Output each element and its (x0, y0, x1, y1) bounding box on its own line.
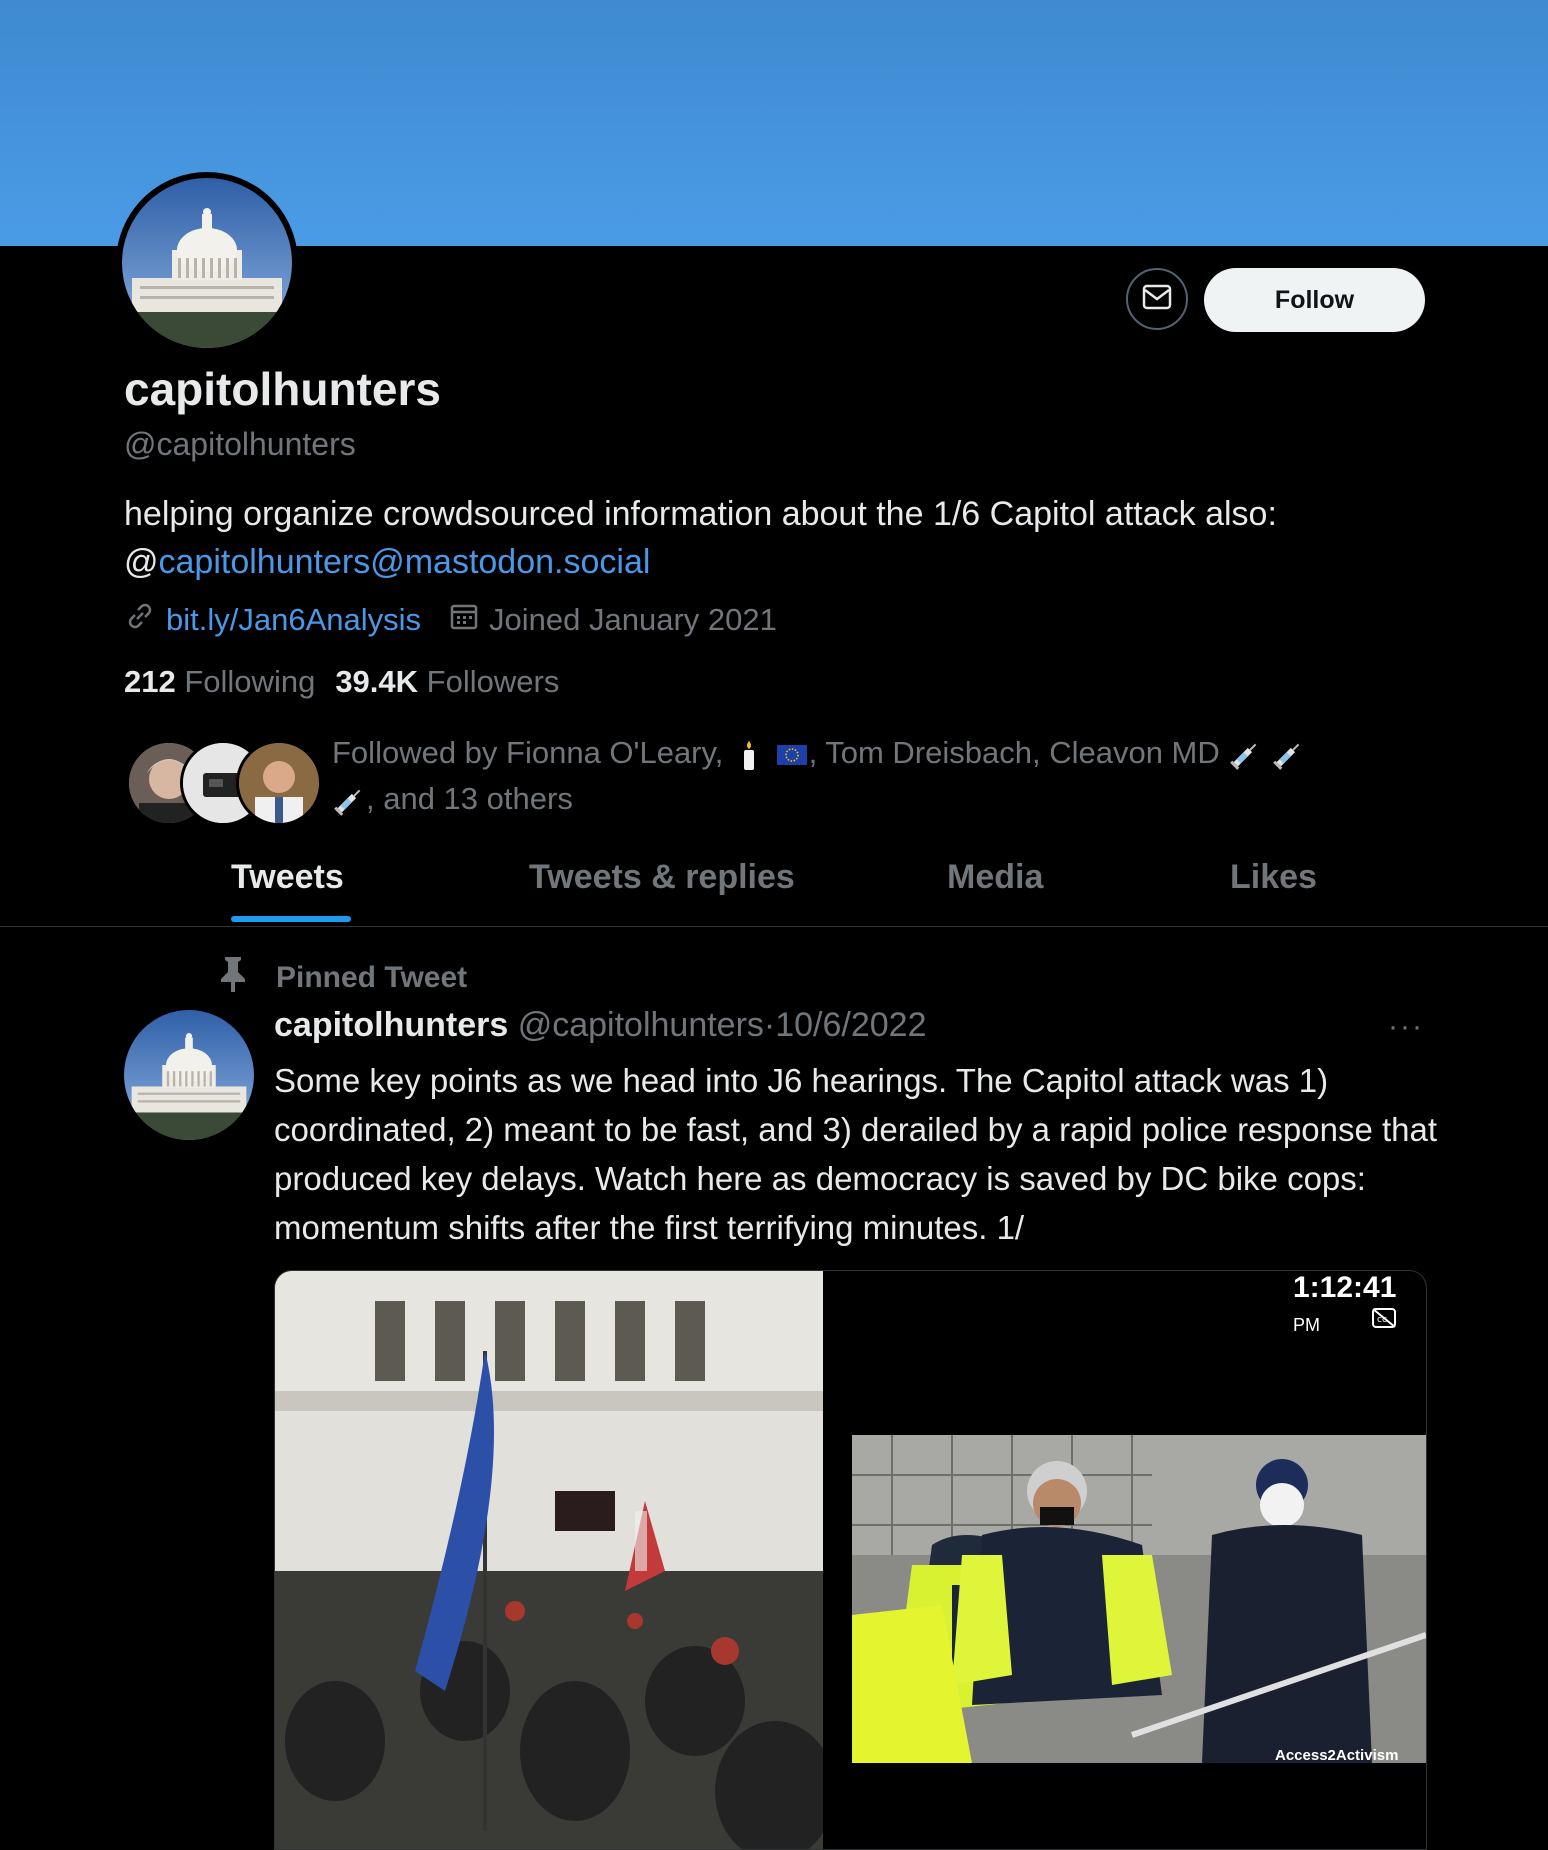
pinned-label: Pinned Tweet (216, 955, 467, 1001)
closed-caption-icon[interactable]: cc (1371, 1307, 1397, 1334)
syringe-icon (1228, 735, 1262, 770)
tweet-separator: · (763, 1006, 776, 1044)
syringe-icon (1271, 735, 1305, 770)
syringe-icon (332, 781, 366, 816)
followers-stat[interactable]: 39.4K Followers (335, 664, 559, 700)
followed-by-line1b: , Tom Dreisbach, Cleavon MD (808, 735, 1220, 770)
website-link[interactable]: bit.ly/Jan6Analysis (166, 602, 421, 638)
video-timestamp: 1:12:41 PM (1293, 1271, 1426, 1339)
following-stat[interactable]: 212 Following (124, 664, 315, 700)
profile-avatar[interactable] (116, 172, 298, 354)
video-right-frame (852, 1435, 1426, 1763)
follow-button[interactable]: Follow (1204, 268, 1425, 332)
tweet-header: capitolhunters @capitolhunters·10/6/2022 (274, 1006, 927, 1045)
joined-date: Joined January 2021 (489, 602, 777, 637)
following-count: 212 (124, 664, 176, 699)
mastodon-link[interactable]: capitolhunters@mastodon.social (159, 543, 651, 581)
profile-stats: 212 Following 39.4K Followers (124, 664, 579, 700)
tweet-author-handle[interactable]: @capitolhunters (518, 1006, 764, 1044)
svg-text:cc: cc (1377, 1315, 1387, 1325)
pinned-tweet-label: Pinned Tweet (276, 961, 468, 994)
more-options-button[interactable]: ··· (1388, 1010, 1424, 1044)
followed-by-avatars[interactable] (126, 740, 322, 826)
video-timestamp-time: 1:12:41 (1293, 1271, 1397, 1304)
followed-by-text[interactable]: Followed by Fionna O'Leary, , Tom Dreisb… (332, 730, 1412, 822)
tweet-text: Some key points as we head into J6 heari… (274, 1062, 1438, 1246)
link-icon (124, 600, 166, 640)
tweet-video[interactable]: 1:12:41 PM cc Access2Activism (274, 1270, 1427, 1850)
tweet-date[interactable]: 10/6/2022 (775, 1006, 926, 1044)
candle-icon (732, 735, 766, 770)
message-button[interactable] (1126, 268, 1188, 330)
active-tab-indicator (231, 916, 351, 922)
tweet-author-avatar[interactable] (124, 1010, 254, 1140)
tweet-author-name[interactable]: capitolhunters (274, 1006, 508, 1044)
tab-tweets-replies[interactable]: Tweets & replies (529, 858, 795, 897)
video-watermark: Access2Activism (1275, 1747, 1399, 1764)
followers-count: 39.4K (335, 664, 419, 699)
tab-tweets[interactable]: Tweets (231, 858, 344, 897)
calendar-icon (449, 601, 489, 639)
followed-by-line1: Followed by Fionna O'Leary, (332, 735, 732, 770)
display-name: capitolhunters (124, 363, 441, 415)
profile-handle: @capitolhunters (124, 426, 356, 462)
profile-meta: bit.ly/Jan6Analysis Joined January 2021 (124, 600, 805, 640)
envelope-icon (1142, 284, 1172, 315)
eu-flag-icon (775, 735, 809, 770)
tab-media[interactable]: Media (947, 858, 1043, 897)
followers-label: Followers (426, 664, 560, 699)
follower-avatar (236, 740, 322, 826)
bio-text: helping organize crowdsourced informatio… (124, 495, 1277, 533)
profile-bio: helping organize crowdsourced informatio… (124, 490, 1424, 586)
following-label: Following (184, 664, 316, 699)
pin-icon (216, 955, 276, 1001)
video-timestamp-suffix: PM (1293, 1315, 1320, 1335)
video-left-frame (275, 1271, 835, 1849)
bio-at: @ (124, 543, 159, 581)
tab-likes[interactable]: Likes (1230, 858, 1317, 897)
followed-by-line2: , and 13 others (366, 781, 573, 816)
